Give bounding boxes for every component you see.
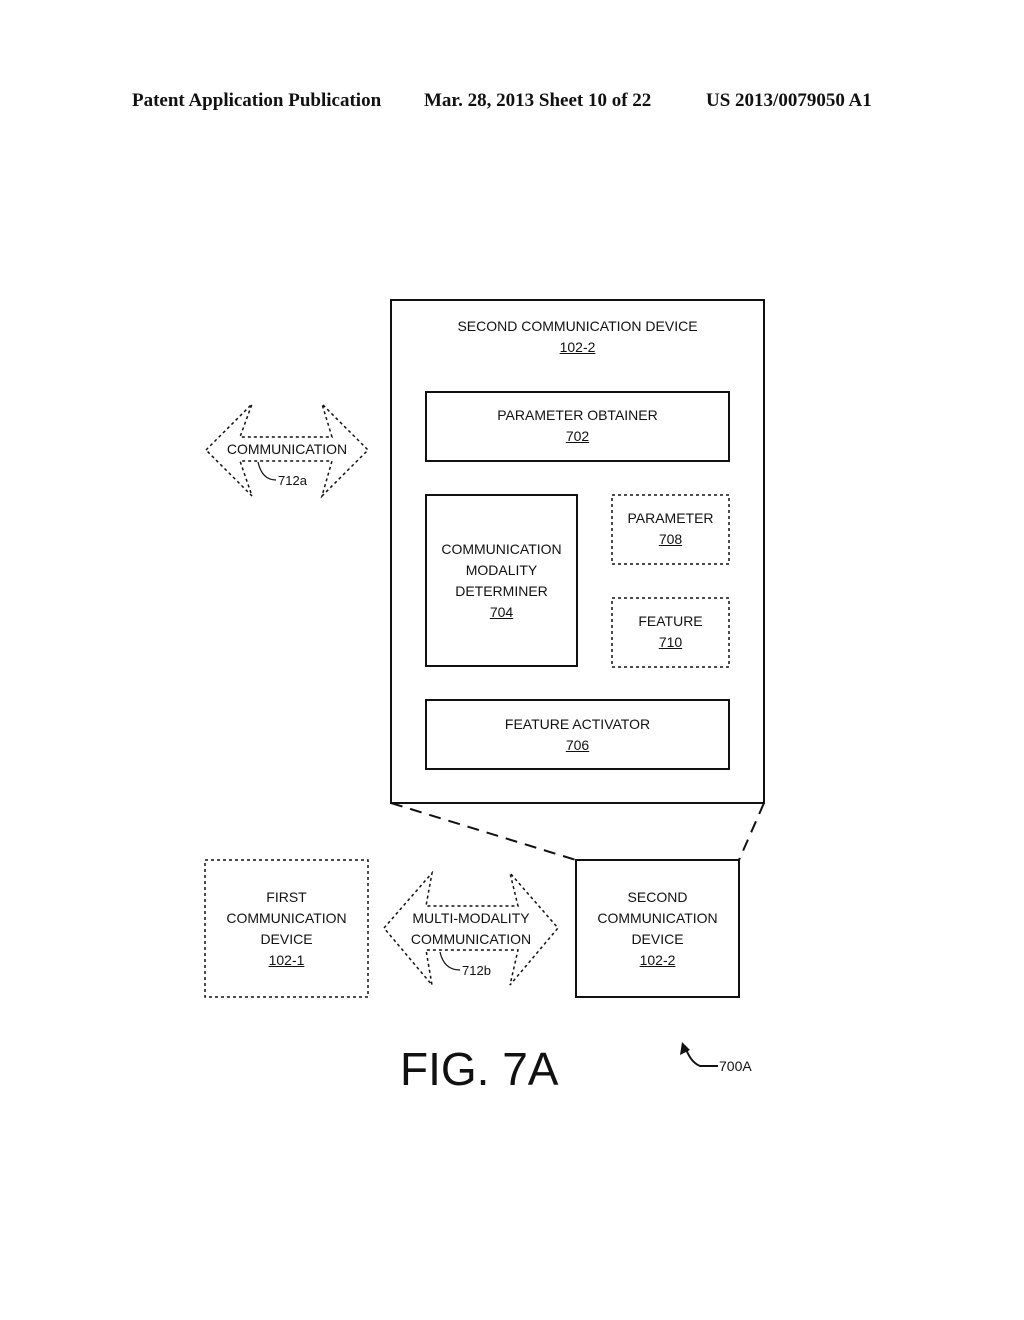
zoom-line-left [390, 802, 577, 861]
ref-712b: 712b [462, 963, 491, 978]
ref-712a: 712a [278, 473, 307, 488]
ref-700a: 700A [719, 1058, 752, 1074]
figure-label: FIG. 7A [400, 1043, 559, 1095]
modality-determiner: COMMUNICATION MODALITY DETERMINER 704 [441, 541, 562, 620]
parameter: PARAMETER 708 [627, 510, 714, 547]
second-device: SECOND COMMUNICATION DEVICE 102-2 [597, 889, 718, 968]
ref-700a-arrow [684, 1045, 718, 1067]
parameter-obtainer: PARAMETER OBTAINER 702 [497, 407, 658, 444]
communication-label: COMMUNICATION [226, 441, 348, 457]
feature-activator: FEATURE ACTIVATOR 706 [504, 716, 651, 753]
zoom-line-right [738, 802, 765, 861]
multi-modality-label: MULTI-MODALITY COMMUNICATION [410, 910, 532, 947]
device-detail-title: SECOND COMMUNICATION DEVICE 102-2 [457, 318, 698, 355]
first-device: FIRST COMMUNICATION DEVICE 102-1 [226, 889, 347, 968]
leader-712a [257, 461, 277, 481]
diagram-shapes [204, 299, 765, 1067]
leader-712b [439, 951, 461, 971]
feature: FEATURE 710 [638, 613, 703, 650]
